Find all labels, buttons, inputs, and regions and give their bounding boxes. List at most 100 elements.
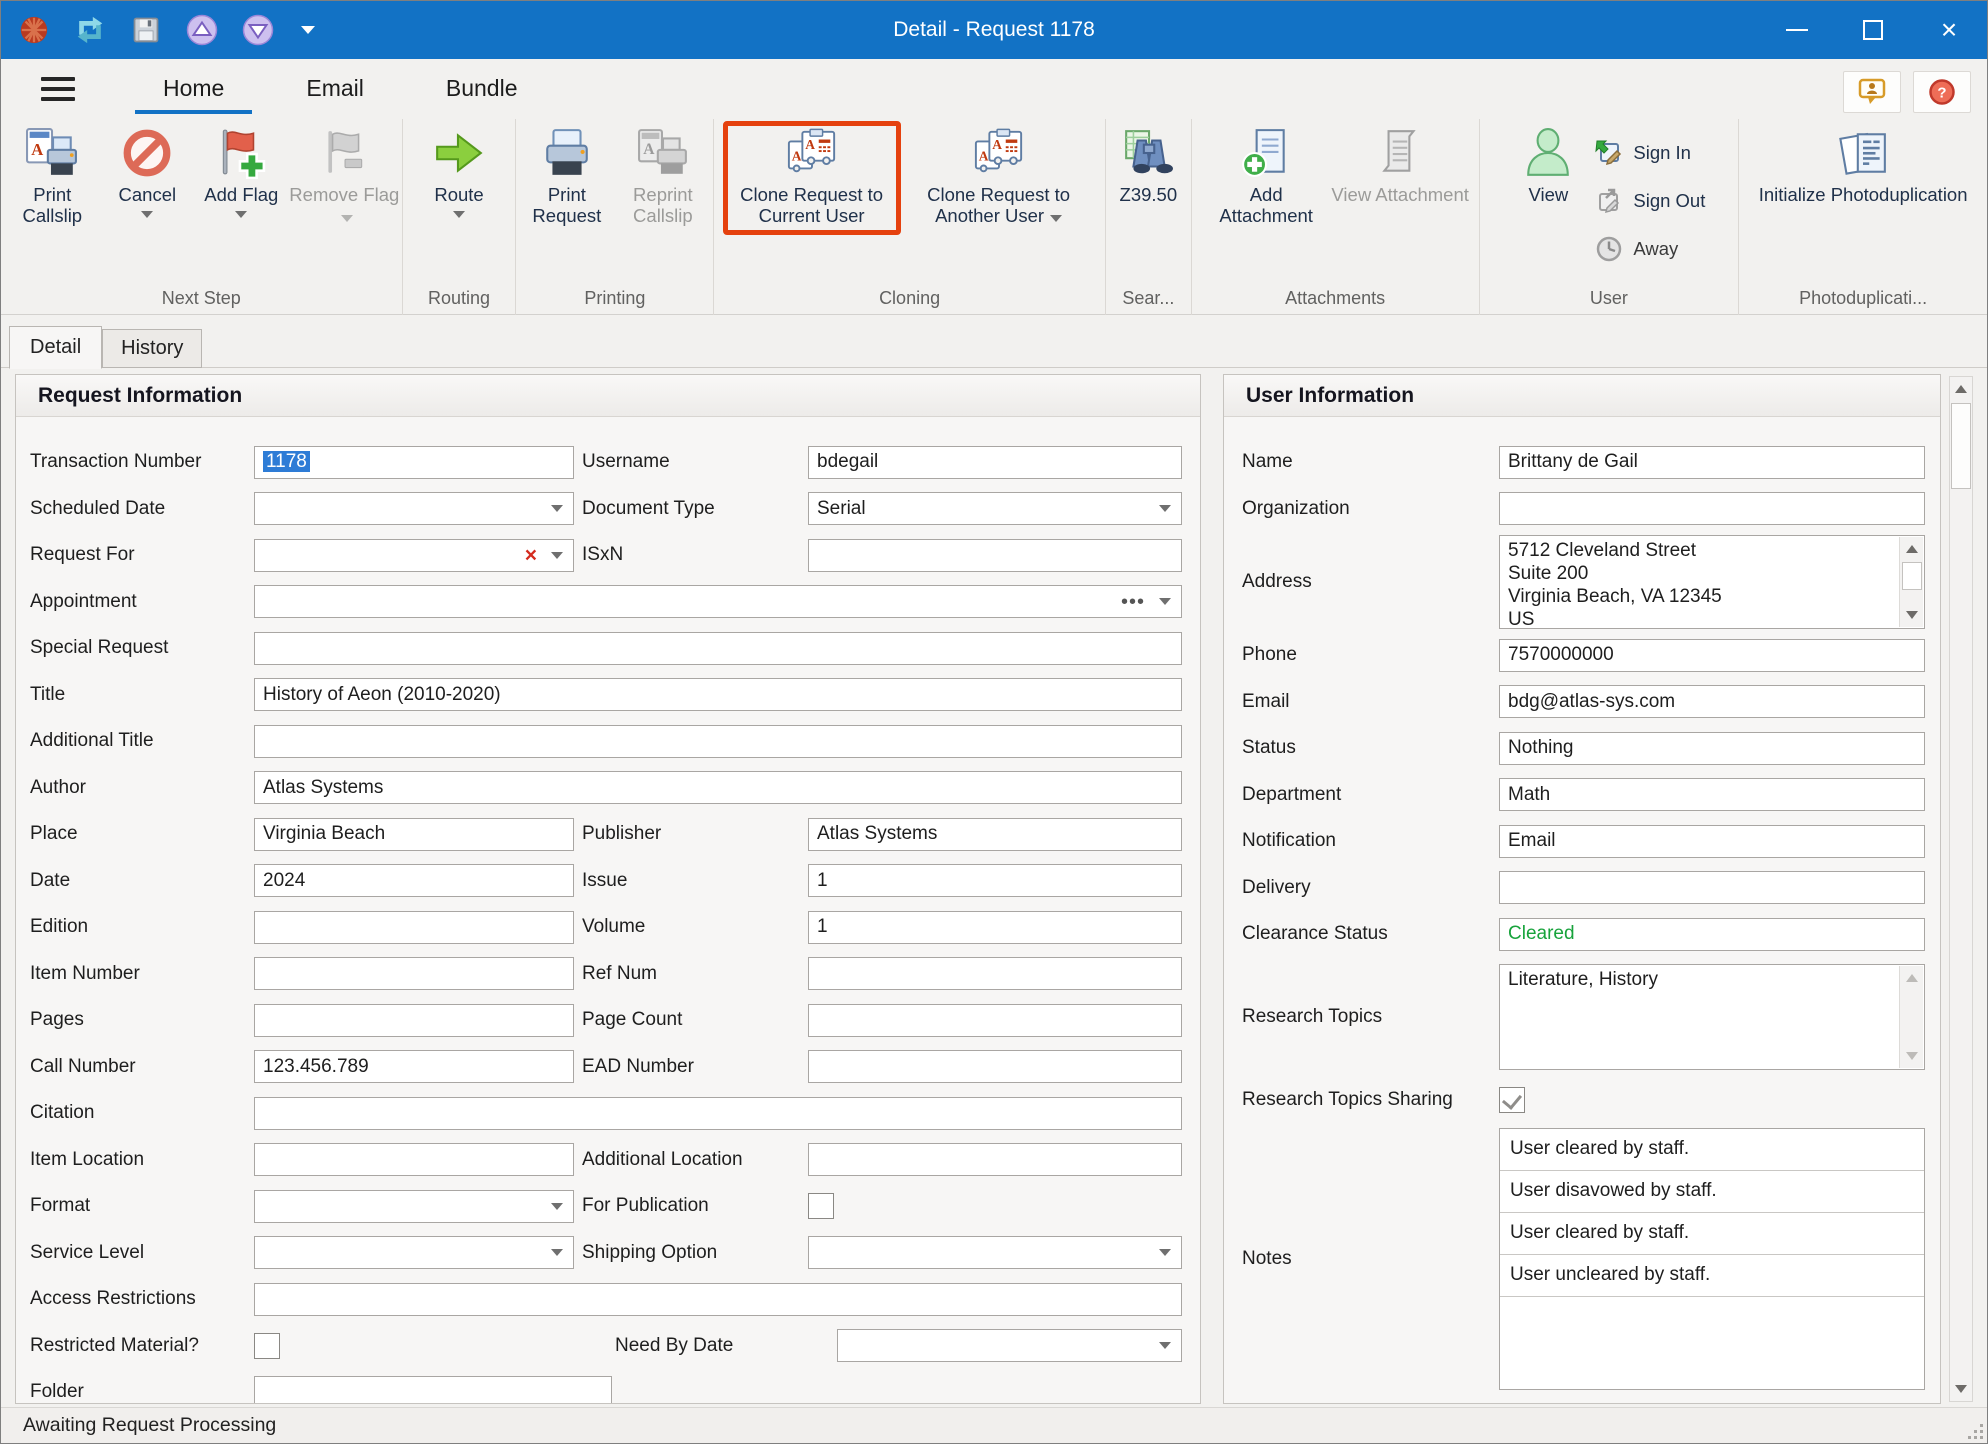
chevron-down-icon[interactable]	[551, 1249, 563, 1256]
ead-number-field[interactable]	[808, 1050, 1182, 1083]
ellipsis-icon[interactable]: •••	[1121, 597, 1145, 607]
minimize-button[interactable]	[1759, 1, 1835, 59]
item-number-field[interactable]	[254, 957, 574, 990]
special-request-field[interactable]	[254, 632, 1182, 665]
page-count-field[interactable]	[808, 1004, 1182, 1037]
chevron-down-icon[interactable]	[551, 1203, 563, 1210]
scroll-down-icon[interactable]	[1900, 1044, 1924, 1068]
help-button[interactable]: ?	[1913, 71, 1971, 113]
status-field[interactable]: Nothing	[1499, 732, 1925, 765]
initialize-photoduplication-button[interactable]: Initialize Photoduplication	[1758, 121, 1968, 205]
chevron-down-icon[interactable]	[1159, 505, 1171, 512]
route-button[interactable]: Route	[409, 121, 509, 218]
access-restrictions-field[interactable]	[254, 1283, 1182, 1316]
isxn-field[interactable]	[808, 539, 1182, 572]
chevron-down-icon[interactable]	[1159, 1342, 1171, 1349]
tab-email[interactable]: Email	[278, 65, 392, 114]
call-number-field[interactable]: 123.456.789	[254, 1050, 574, 1083]
scroll-down-icon[interactable]	[1950, 1377, 1972, 1401]
scheduled-date-field[interactable]	[254, 492, 574, 525]
clearance-status-field[interactable]: Cleared	[1499, 918, 1925, 951]
place-field[interactable]: Virginia Beach	[254, 818, 574, 851]
move-up-icon[interactable]	[185, 13, 219, 47]
chevron-down-icon[interactable]	[551, 552, 563, 559]
title-field[interactable]: History of Aeon (2010-2020)	[254, 678, 1182, 711]
phone-field[interactable]: 7570000000	[1499, 639, 1925, 672]
maximize-button[interactable]	[1835, 1, 1911, 59]
clone-request-another-user-button[interactable]: AA Clone Request to Another User	[901, 121, 1097, 226]
for-publication-checkbox[interactable]	[808, 1193, 834, 1219]
away-button[interactable]: Away	[1594, 225, 1705, 273]
citation-field[interactable]	[254, 1097, 1182, 1130]
save-icon[interactable]	[129, 13, 163, 47]
scroll-up-icon[interactable]	[1950, 377, 1972, 401]
tab-home[interactable]: Home	[135, 65, 252, 114]
clone-request-current-user-button[interactable]: AA Clone Request to Current User	[723, 121, 901, 235]
issue-field[interactable]: 1	[808, 864, 1182, 897]
delivery-field[interactable]	[1499, 871, 1925, 904]
shipping-option-field[interactable]	[808, 1236, 1182, 1269]
notes-list[interactable]: User cleared by staff. User disavowed by…	[1499, 1128, 1925, 1390]
address-field[interactable]: 5712 Cleveland Street Suite 200 Virginia…	[1499, 535, 1925, 629]
appointment-field[interactable]: •••	[254, 585, 1182, 618]
transaction-number-field[interactable]: 1178	[254, 446, 574, 479]
date-field[interactable]: 2024	[254, 864, 574, 897]
scroll-up-icon[interactable]	[1900, 966, 1924, 990]
qat-dropdown-icon[interactable]	[301, 26, 315, 34]
remove-flag-button[interactable]: Remove Flag	[289, 121, 399, 226]
item-location-field[interactable]	[254, 1143, 574, 1176]
tab-history[interactable]: History	[102, 329, 202, 368]
restricted-material-checkbox[interactable]	[254, 1333, 280, 1359]
ref-num-field[interactable]	[808, 957, 1182, 990]
cancel-button[interactable]: Cancel	[101, 121, 193, 218]
resize-grip[interactable]	[1967, 1423, 1983, 1439]
volume-field[interactable]: 1	[808, 911, 1182, 944]
username-field[interactable]: bdegail	[808, 446, 1182, 479]
document-type-field[interactable]: Serial	[808, 492, 1182, 525]
service-level-field[interactable]	[254, 1236, 574, 1269]
email-field[interactable]: bdg@atlas-sys.com	[1499, 685, 1925, 718]
print-callslip-button[interactable]: A Print Callslip	[3, 121, 101, 226]
sign-out-button[interactable]: Sign Out	[1594, 177, 1705, 225]
additional-title-field[interactable]	[254, 725, 1182, 758]
tab-bundle[interactable]: Bundle	[418, 65, 546, 114]
scroll-up-icon[interactable]	[1900, 537, 1924, 561]
chevron-down-icon[interactable]	[1159, 598, 1171, 605]
edition-field[interactable]	[254, 911, 574, 944]
pages-field[interactable]	[254, 1004, 574, 1037]
menu-icon[interactable]	[41, 77, 75, 101]
publisher-field[interactable]: Atlas Systems	[808, 818, 1182, 851]
close-button[interactable]: ×	[1911, 1, 1987, 59]
research-topics-field[interactable]: Literature, History	[1499, 964, 1925, 1070]
scroll-down-icon[interactable]	[1900, 603, 1924, 627]
note-item[interactable]: User cleared by staff.	[1500, 1213, 1924, 1255]
chevron-down-icon[interactable]	[551, 505, 563, 512]
note-item[interactable]: User disavowed by staff.	[1500, 1171, 1924, 1213]
view-attachment-button[interactable]: View Attachment	[1331, 121, 1469, 205]
reprint-callslip-button[interactable]: A Reprint Callslip	[615, 121, 711, 226]
scrollbar-thumb[interactable]	[1902, 562, 1922, 590]
add-flag-button[interactable]: Add Flag	[193, 121, 289, 218]
department-field[interactable]: Math	[1499, 778, 1925, 811]
app-logo-icon[interactable]	[17, 13, 51, 47]
note-item[interactable]: User uncleared by staff.	[1500, 1255, 1924, 1297]
view-user-button[interactable]: View	[1512, 121, 1584, 205]
z3950-button[interactable]: Z39.50	[1107, 121, 1189, 205]
organization-field[interactable]	[1499, 492, 1925, 525]
scrollbar-thumb[interactable]	[1951, 403, 1971, 489]
request-for-field[interactable]: ×	[254, 539, 574, 572]
clear-icon[interactable]: ×	[525, 545, 537, 566]
vertical-scrollbar[interactable]	[1949, 376, 1973, 1402]
additional-location-field[interactable]	[808, 1143, 1182, 1176]
research-topics-sharing-checkbox[interactable]	[1499, 1087, 1525, 1113]
name-field[interactable]: Brittany de Gail	[1499, 446, 1925, 479]
print-request-button[interactable]: Print Request	[519, 121, 615, 226]
folder-field[interactable]	[254, 1376, 612, 1403]
chevron-down-icon[interactable]	[1159, 1249, 1171, 1256]
note-item[interactable]: User cleared by staff.	[1500, 1129, 1924, 1171]
user-card-button[interactable]	[1843, 71, 1901, 113]
move-down-icon[interactable]	[241, 13, 275, 47]
notification-field[interactable]: Email	[1499, 825, 1925, 858]
address-scrollbar[interactable]	[1899, 537, 1923, 627]
format-field[interactable]	[254, 1190, 574, 1223]
